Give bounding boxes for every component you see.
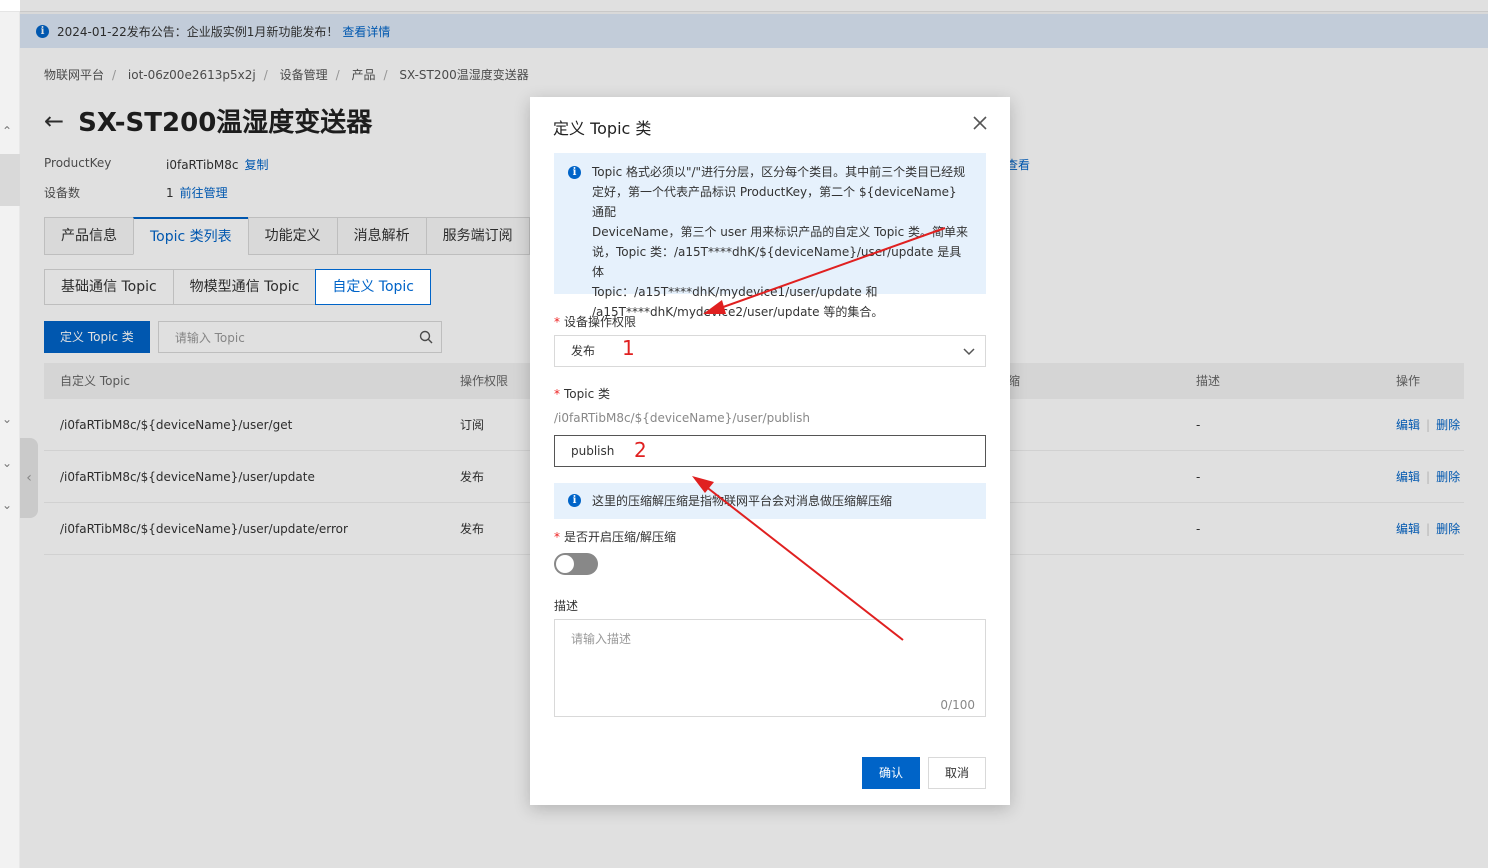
define-topic-dialog: 定义 Topic 类 i Topic 格式必须以"/"进行分层，区分每个类目。其… — [530, 97, 1010, 805]
permission-selected-value: 发布 — [571, 344, 596, 358]
chevron-down-icon — [963, 348, 975, 356]
topic-label: * Topic 类 — [554, 387, 610, 401]
character-count: 0/100 — [940, 698, 975, 712]
info-line: /a15T****dhK/mydevice2/user/update 等的集合。 — [592, 305, 884, 319]
compress-label: * 是否开启压缩/解压缩 — [554, 530, 677, 544]
chevron-down-icon[interactable]: ⌄ — [0, 456, 14, 470]
topic-format-info: i Topic 格式必须以"/"进行分层，区分每个类目。其中前三个类目已经规 定… — [554, 153, 986, 319]
compress-info: i 这里的压缩解压缩是指物联网平台会对消息做压缩解压缩 — [554, 483, 986, 519]
description-placeholder: 请输入描述 — [571, 632, 632, 646]
permission-label: * 设备操作权限 — [554, 315, 637, 329]
description-label: 描述 — [554, 599, 579, 613]
chevron-down-icon[interactable]: ⌄ — [0, 498, 14, 512]
compress-toggle[interactable] — [554, 553, 598, 575]
info-line: DeviceName，第三个 user 用来标识产品的自定义 Topic 类。简… — [592, 225, 969, 239]
dialog-title: 定义 Topic 类 — [553, 119, 652, 138]
chevron-down-icon[interactable]: ⌄ — [0, 412, 14, 426]
close-icon[interactable] — [970, 113, 990, 133]
info-line: 定好，第一个代表产品标识 ProductKey，第二个 ${deviceName… — [592, 185, 957, 219]
rail-block — [0, 154, 20, 206]
annotation-number: 2 — [634, 438, 647, 462]
compress-info-text: 这里的压缩解压缩是指物联网平台会对消息做压缩解压缩 — [592, 494, 893, 508]
info-line: Topic：/a15T****dhK/mydevice1/user/update… — [592, 285, 878, 299]
info-line: Topic 格式必须以"/"进行分层，区分每个类目。其中前三个类目已经规 — [592, 165, 966, 179]
annotation-number: 1 — [622, 336, 635, 360]
chevron-up-icon[interactable]: ⌃ — [0, 124, 14, 138]
topic-input-value: publish — [571, 444, 615, 458]
toggle-knob — [556, 555, 574, 573]
left-rail: ⌃ ⌄ ⌄ ⌄ — [0, 12, 20, 868]
topic-input[interactable]: publish — [554, 435, 986, 467]
permission-select[interactable]: 发布 — [554, 335, 986, 367]
info-icon: i — [568, 494, 581, 507]
subtab-custom-topic[interactable]: 自定义 Topic — [315, 269, 432, 305]
cancel-button[interactable]: 取消 — [928, 757, 986, 789]
info-icon: i — [568, 166, 581, 179]
confirm-button[interactable]: 确认 — [862, 757, 920, 789]
description-textarea[interactable]: 请输入描述 0/100 — [554, 619, 986, 717]
topic-prefix-hint: /i0faRTibM8c/${deviceName}/user/publish — [554, 411, 810, 425]
info-line: 说，Topic 类：/a15T****dhK/${deviceName}/use… — [592, 245, 962, 279]
